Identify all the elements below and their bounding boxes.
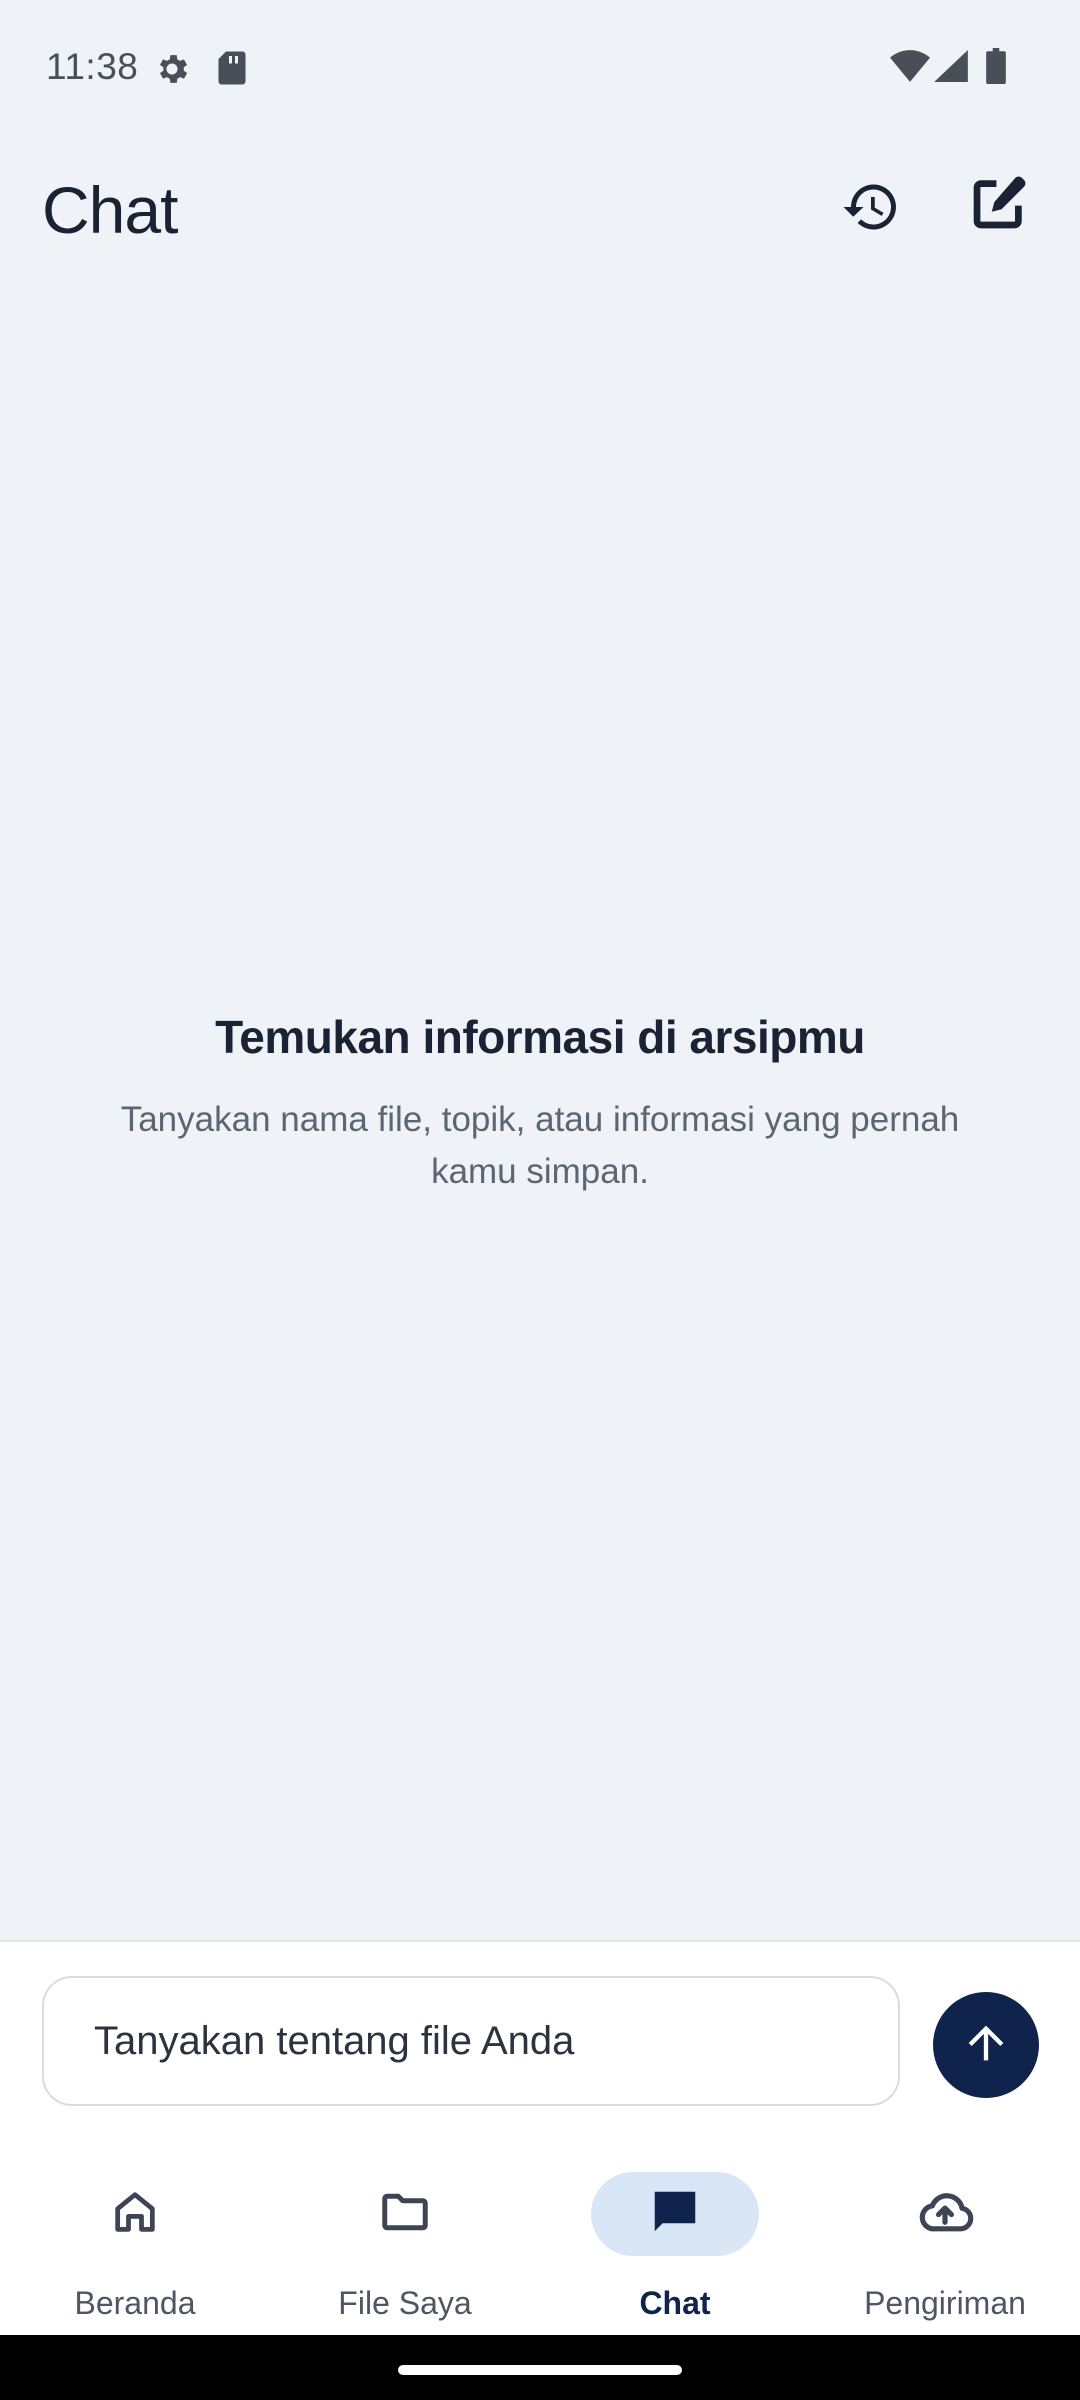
system-gesture-bar — [0, 2335, 1080, 2400]
status-bar: 11:38 — [0, 0, 1080, 130]
nav-label: Beranda — [74, 2285, 196, 2321]
new-chat-button[interactable] — [954, 160, 1044, 250]
gesture-handle[interactable] — [398, 2365, 682, 2375]
settings-icon — [153, 50, 191, 93]
chat-icon — [648, 2185, 702, 2244]
nav-item-file-saya[interactable]: File Saya — [270, 2160, 540, 2335]
chat-composer — [0, 1940, 1080, 2160]
history-button[interactable] — [826, 164, 916, 254]
empty-state: Temukan informasi di arsipmu Tanyakan na… — [0, 1010, 1080, 1198]
nav-pill-active — [591, 2172, 759, 2256]
battery-icon — [986, 48, 1006, 89]
folder-icon — [378, 2185, 432, 2244]
page-title: Chat — [42, 173, 178, 247]
app-bar: Chat — [0, 150, 1080, 280]
nav-label: File Saya — [338, 2285, 472, 2321]
signal-icon — [934, 50, 968, 87]
nav-label: Pengiriman — [864, 2285, 1026, 2321]
nav-item-pengiriman[interactable]: Pengiriman — [810, 2160, 1080, 2335]
status-time: 11:38 — [46, 46, 139, 87]
send-button[interactable] — [933, 1992, 1039, 2098]
cloud-upload-icon — [914, 2181, 976, 2248]
chat-screen: 11:38 Chat Temukan informasi di arsipmu … — [0, 0, 1080, 2400]
new-chat-icon — [968, 172, 1030, 239]
nav-pill — [861, 2172, 1029, 2256]
nav-pill — [321, 2172, 489, 2256]
history-icon — [841, 177, 901, 242]
chat-input[interactable] — [42, 1976, 900, 2106]
empty-state-title: Temukan informasi di arsipmu — [215, 1011, 865, 1063]
wifi-icon — [890, 50, 930, 87]
nav-item-beranda[interactable]: Beranda — [0, 2160, 270, 2335]
arrow-up-icon — [960, 2017, 1012, 2074]
nav-item-chat[interactable]: Chat — [540, 2160, 810, 2335]
nav-label: Chat — [639, 2285, 711, 2321]
home-icon — [109, 2186, 161, 2243]
bottom-nav: Beranda File Saya Chat Pengiriman — [0, 2160, 1080, 2335]
nav-pill — [51, 2172, 219, 2256]
empty-state-subtitle: Tanyakan nama file, topik, atau informas… — [120, 1100, 960, 1191]
sd-card-icon — [216, 50, 248, 91]
